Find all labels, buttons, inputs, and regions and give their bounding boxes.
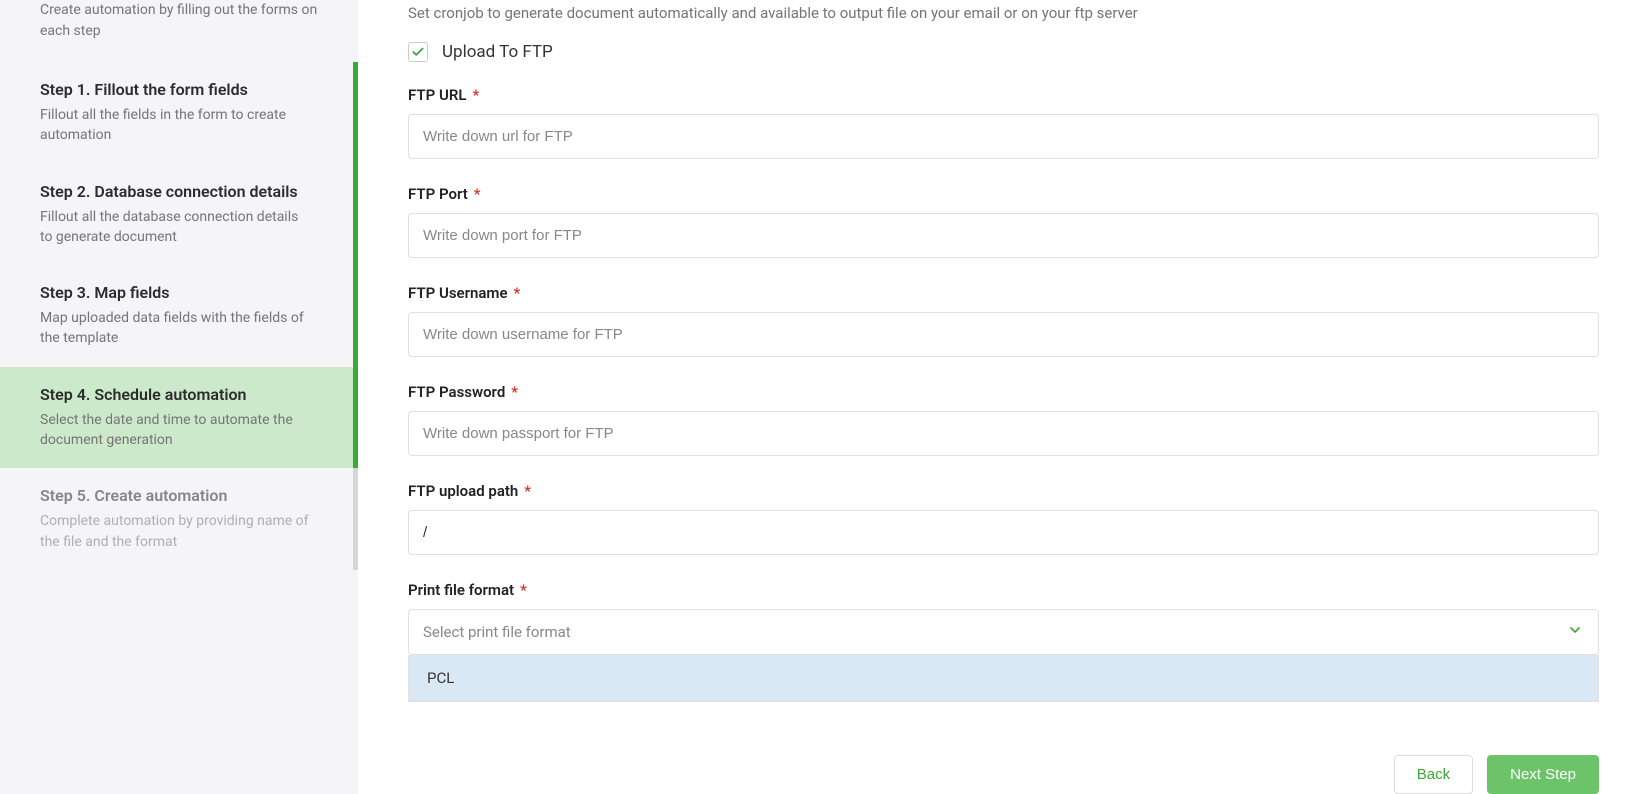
required-star: * [511, 383, 518, 401]
step-desc: Fillout all the database connection deta… [40, 207, 313, 248]
step-desc: Map uploaded data fields with the fields… [40, 308, 313, 349]
step-desc: Fillout all the fields in the form to cr… [40, 105, 313, 146]
file-format-dropdown: PCL [408, 655, 1599, 702]
required-star: * [474, 185, 481, 203]
ftp-path-group: FTP upload path* [408, 482, 1599, 555]
upload-to-ftp-checkbox[interactable] [408, 42, 428, 62]
required-star: * [520, 581, 527, 599]
step-desc: Select the date and time to automate the… [40, 410, 313, 451]
ftp-port-label: FTP Port* [408, 185, 1599, 203]
step-5[interactable]: Step 5. Create automation Complete autom… [0, 468, 358, 570]
ftp-url-label: FTP URL* [408, 86, 1599, 104]
ftp-path-label: FTP upload path* [408, 482, 1599, 500]
file-format-label: Print file format* [408, 581, 1599, 599]
back-button[interactable]: Back [1394, 755, 1473, 794]
footer-actions: Back Next Step [358, 743, 1649, 794]
file-format-group: Print file format* Select print file for… [408, 581, 1599, 702]
step-desc: Complete automation by providing name of… [40, 511, 313, 552]
form-scroll-area[interactable]: Upload To FTP FTP URL* FTP Port* FTP Use… [358, 32, 1649, 743]
file-format-option-pcl[interactable]: PCL [409, 655, 1598, 701]
ftp-username-input[interactable] [408, 312, 1599, 357]
required-star: * [514, 284, 521, 302]
sidebar-intro: Create automation by filling out the for… [0, 0, 358, 62]
file-format-select[interactable]: Select print file format [408, 609, 1599, 655]
required-star: * [472, 86, 479, 104]
sidebar: Create automation by filling out the for… [0, 0, 358, 794]
step-title: Step 5. Create automation [40, 486, 313, 505]
next-step-button[interactable]: Next Step [1487, 755, 1599, 794]
ftp-password-label: FTP Password* [408, 383, 1599, 401]
step-1[interactable]: Step 1. Fillout the form fields Fillout … [0, 62, 358, 164]
step-2[interactable]: Step 2. Database connection details Fill… [0, 164, 358, 266]
ftp-port-group: FTP Port* [408, 185, 1599, 258]
ftp-path-input[interactable] [408, 510, 1599, 555]
ftp-url-input[interactable] [408, 114, 1599, 159]
upload-to-ftp-label: Upload To FTP [442, 42, 553, 62]
file-format-select-display[interactable]: Select print file format [408, 609, 1599, 655]
step-title: Step 3. Map fields [40, 283, 313, 302]
ftp-username-label: FTP Username* [408, 284, 1599, 302]
required-star: * [524, 482, 531, 500]
step-title: Step 1. Fillout the form fields [40, 80, 313, 99]
main-panel: Set cronjob to generate document automat… [358, 0, 1649, 794]
step-title: Step 4. Schedule automation [40, 385, 313, 404]
ftp-url-group: FTP URL* [408, 86, 1599, 159]
step-title: Step 2. Database connection details [40, 182, 313, 201]
ftp-port-input[interactable] [408, 213, 1599, 258]
step-4[interactable]: Step 4. Schedule automation Select the d… [0, 367, 358, 469]
step-3[interactable]: Step 3. Map fields Map uploaded data fie… [0, 265, 358, 367]
ftp-password-input[interactable] [408, 411, 1599, 456]
page-subtitle: Set cronjob to generate document automat… [358, 0, 1649, 32]
ftp-username-group: FTP Username* [408, 284, 1599, 357]
ftp-password-group: FTP Password* [408, 383, 1599, 456]
check-icon [411, 45, 425, 59]
upload-to-ftp-row: Upload To FTP [408, 42, 1599, 62]
